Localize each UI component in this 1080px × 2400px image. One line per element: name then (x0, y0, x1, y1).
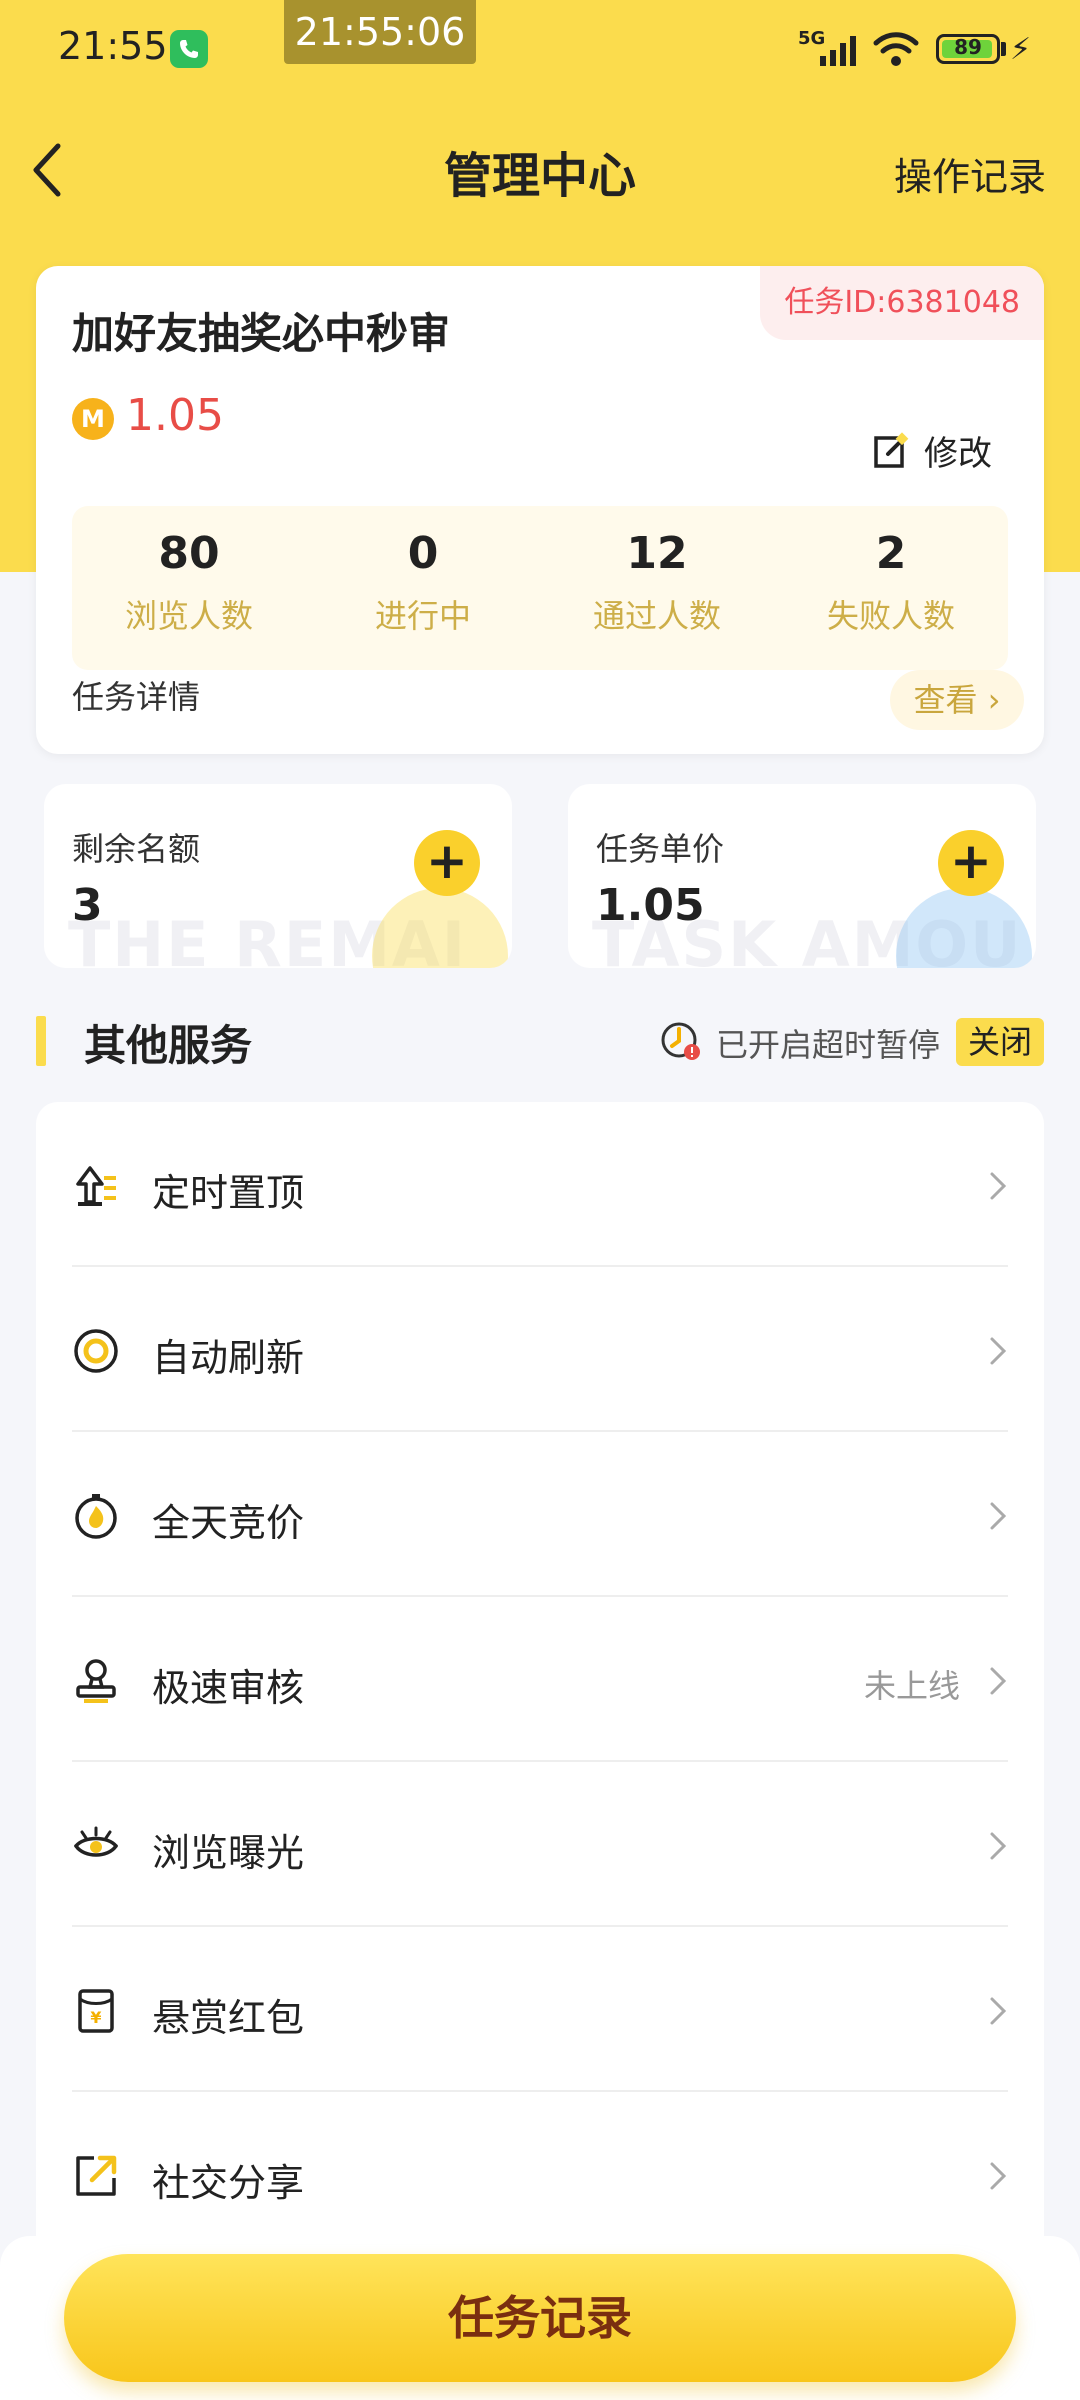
unit-price-value: 1.05 (596, 880, 705, 931)
service-label: 浏览曝光 (152, 1831, 305, 1875)
task-detail-label: 任务详情 (72, 678, 201, 716)
chevron-right-icon (990, 1667, 1007, 1695)
refresh-icon (74, 1329, 118, 1373)
unit-price-label: 任务单价 (596, 830, 725, 868)
service-item-view-exposure[interactable]: 浏览曝光 (36, 1762, 1044, 1927)
operation-record-link[interactable]: 操作记录 (894, 146, 1046, 201)
remaining-quota-card: THE REMAI 剩余名额 3 + (44, 784, 512, 968)
service-label: 自动刷新 (152, 1336, 305, 1380)
add-quota-button[interactable]: + (414, 830, 480, 896)
service-label: 悬赏红包 (152, 1996, 305, 2040)
service-label: 社交分享 (152, 2161, 305, 2205)
coin-icon: M (72, 398, 114, 440)
stat-value: 80 (158, 528, 220, 579)
task-title: 加好友抽奖必中秒审 (72, 309, 451, 358)
timeout-status-text: 已开启超时暂停 (716, 1026, 941, 1064)
battery-cap (1001, 42, 1006, 56)
eye-icon (74, 1826, 118, 1857)
money-bag-icon (896, 888, 1032, 968)
stat-value: 2 (875, 528, 907, 579)
timer-pause-icon (661, 1022, 700, 1060)
service-item-fast-review[interactable]: 极速审核 未上线 (36, 1597, 1044, 1762)
remaining-quota-value: 3 (72, 880, 103, 931)
stat-failed: 2 失败人数 (774, 506, 1008, 670)
task-record-button[interactable]: 任务记录 (64, 2254, 1016, 2382)
battery-level: 89 (954, 35, 982, 59)
stat-label: 失败人数 (826, 597, 955, 635)
chevron-right-icon (990, 1172, 1007, 1200)
battery-icon: 89 (936, 34, 1000, 64)
charging-icon: ⚡ (1010, 32, 1032, 67)
section-title: 其他服务 (84, 1021, 253, 1070)
edit-button[interactable]: 修改 (872, 426, 992, 475)
service-item-auto-refresh[interactable]: 自动刷新 (36, 1267, 1044, 1432)
service-status-badge: 未上线 (863, 1667, 960, 1705)
svg-text:¥: ¥ (90, 2008, 101, 2027)
service-item-timed-top[interactable]: 定时置顶 (36, 1102, 1044, 1267)
stat-label: 通过人数 (592, 597, 721, 635)
service-label: 全天竞价 (152, 1501, 305, 1545)
stat-label: 进行中 (374, 597, 471, 635)
stat-value: 12 (626, 528, 688, 579)
share-icon (76, 2155, 117, 2196)
stat-label: 浏览人数 (124, 597, 253, 635)
service-item-social-share[interactable]: 社交分享 (36, 2092, 1044, 2257)
stamp-icon (76, 1659, 116, 1703)
chevron-right-icon (990, 1997, 1007, 2025)
chevron-right-icon (990, 1337, 1007, 1365)
stats-panel: 80 浏览人数 0 进行中 12 通过人数 2 失败人数 (72, 506, 1008, 670)
task-id-badge: 任务ID:6381048 (760, 266, 1044, 340)
screen-record-time: 21:55:06 (284, 0, 476, 64)
task-summary-card: 任务ID:6381048 加好友抽奖必中秒审 M 1.05 修改 80 浏览人数… (36, 266, 1044, 754)
chevron-right-icon (990, 2162, 1007, 2190)
bid-icon (75, 1494, 117, 1539)
stat-value: 0 (407, 528, 439, 579)
service-label: 极速审核 (152, 1666, 305, 1710)
service-item-reward-red-packet[interactable]: ¥ 悬赏红包 (36, 1927, 1044, 2092)
wifi-icon (873, 32, 919, 66)
back-arrow-icon[interactable] (24, 138, 72, 202)
phone-call-icon (170, 30, 208, 68)
chevron-right-icon: › (977, 681, 1001, 719)
remaining-quota-label: 剩余名额 (72, 830, 201, 868)
stat-views: 80 浏览人数 (72, 506, 306, 670)
signal-icon (820, 36, 856, 66)
unit-price-card: TASK AMOU 任务单价 1.05 + (568, 784, 1036, 968)
chevron-right-icon (990, 1832, 1007, 1860)
pin-top-icon (76, 1166, 116, 1206)
service-label: 定时置顶 (152, 1171, 305, 1215)
red-packet-icon: ¥ (78, 1989, 114, 2033)
stat-passed: 12 通过人数 (540, 506, 774, 670)
task-price: 1.05 (126, 390, 224, 441)
view-detail-button[interactable]: 查看 › (890, 670, 1024, 730)
edit-label: 修改 (924, 434, 992, 474)
raise-price-button[interactable]: + (938, 830, 1004, 896)
close-timeout-button[interactable]: 关闭 (956, 1018, 1044, 1066)
service-item-all-day-bid[interactable]: 全天竞价 (36, 1432, 1044, 1597)
view-label: 查看 (913, 681, 978, 719)
section-accent-bar (36, 1016, 46, 1066)
status-time: 21:55 (58, 24, 168, 68)
stat-in-progress: 0 进行中 (306, 506, 540, 670)
edit-icon (874, 431, 909, 468)
chevron-right-icon (990, 1502, 1007, 1530)
services-list: 定时置顶 自动刷新 全天竞价 极速审核 未上线 浏览曝光 ¥ 悬赏红包 社交分享 (36, 1102, 1044, 2342)
quota-decoration-icon (372, 888, 508, 968)
